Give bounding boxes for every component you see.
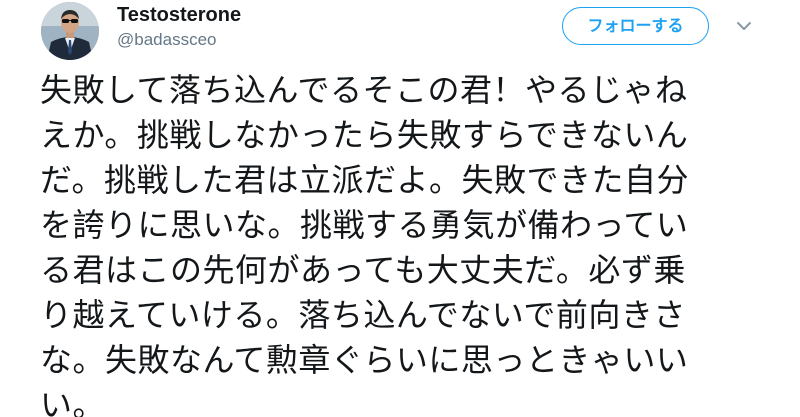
chevron-down-icon[interactable]	[734, 16, 754, 36]
follow-button[interactable]: フォローする	[562, 7, 709, 45]
tweet-text-line: い。	[40, 386, 106, 417]
avatar-photo-icon	[41, 2, 99, 60]
tweet-text-line: を誇りに思いな。挑戦する勇気が備わってい	[40, 206, 689, 244]
tweet-card: Testosterone @badassceo フォローする 失敗して落ち込んで…	[0, 0, 800, 417]
tweet-text: 失敗して落ち込んでるそこの君！やるじゃね えか。挑戦しなかったら失敗すらできない…	[40, 68, 770, 417]
tweet-text-line: 失敗して落ち込んでるそこの君！やるじゃね	[40, 71, 688, 109]
tweet-text-line: り越えていける。落ち込んでないで前向きさ	[40, 296, 686, 334]
tweet-text-line: る君はこの先何があっても大丈夫だ。必ず乗	[40, 251, 686, 289]
tweet-text-line: だ。挑戦した君は立派だよ。失敗できた自分	[40, 161, 690, 199]
author-avatar[interactable]	[41, 2, 99, 60]
author-handle[interactable]: @badassceo	[117, 30, 217, 50]
tweet-text-line: えか。挑戦しなかったら失敗すらできないん	[40, 116, 689, 154]
author-display-name[interactable]: Testosterone	[117, 3, 241, 27]
tweet-text-line: な。失敗なんて勲章ぐらいに思っときゃいい	[40, 341, 689, 379]
